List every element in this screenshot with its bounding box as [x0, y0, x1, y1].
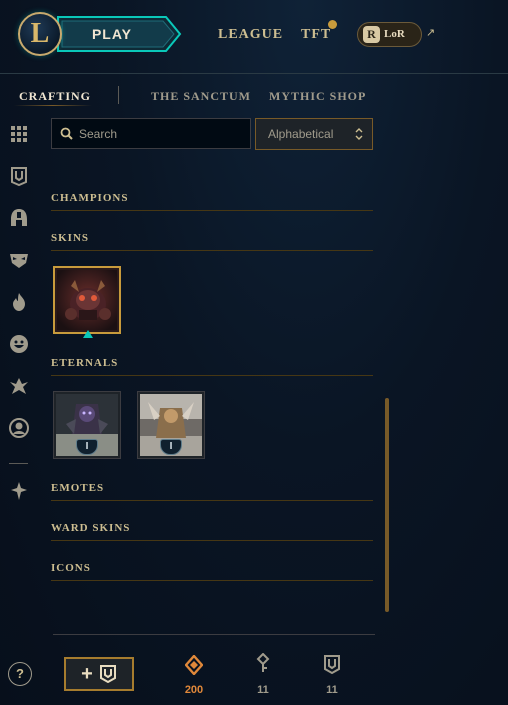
- chest-count: 11: [326, 684, 338, 696]
- ward-flame-icon[interactable]: [8, 291, 30, 313]
- league-logo-letter: L: [30, 18, 50, 49]
- tab-the-sanctum[interactable]: THE SANCTUM: [151, 88, 251, 104]
- help-button[interactable]: ?: [8, 662, 32, 686]
- lor-button[interactable]: R LoR: [357, 22, 422, 47]
- skin-rarity-marker-icon: [83, 330, 93, 338]
- plus-icon: +: [81, 663, 93, 685]
- eternal-tile[interactable]: I: [137, 391, 205, 459]
- play-button-label: PLAY: [91, 26, 133, 42]
- league-logo[interactable]: L: [18, 12, 62, 56]
- skin-mask-icon[interactable]: [8, 249, 30, 271]
- tab-crafting[interactable]: CRAFTING: [19, 88, 91, 104]
- emote-smile-icon[interactable]: [8, 333, 30, 355]
- play-button[interactable]: PLAY: [56, 15, 182, 53]
- section-divider: [51, 500, 373, 501]
- orange-essence-count: 200: [184, 684, 204, 696]
- section-divider: [51, 580, 373, 581]
- key-fragment-count: 11: [257, 684, 269, 696]
- nav-tft[interactable]: TFT: [301, 26, 331, 44]
- section-skins[interactable]: SKINS: [51, 231, 89, 245]
- lor-logo-icon: R: [363, 26, 380, 43]
- summoner-icon-icon[interactable]: [8, 375, 30, 397]
- nav-league[interactable]: LEAGUE: [218, 26, 283, 44]
- section-ward-skins[interactable]: WARD SKINS: [51, 521, 130, 535]
- section-divider: [51, 375, 373, 376]
- profile-icon[interactable]: [8, 417, 30, 439]
- lor-label: LoR: [384, 28, 405, 40]
- footer-divider: [53, 634, 375, 635]
- tab-crafting-active-indicator: [14, 105, 92, 106]
- skin-shard-tile[interactable]: [53, 266, 121, 334]
- scrollbar-thumb[interactable]: [385, 398, 389, 612]
- section-emotes[interactable]: EMOTES: [51, 481, 104, 495]
- sort-dropdown[interactable]: Alphabetical: [255, 118, 373, 150]
- tft-notification-dot: [328, 20, 337, 29]
- champion-helmet-icon[interactable]: [8, 207, 30, 229]
- section-divider: [51, 540, 373, 541]
- skin-art: [57, 270, 117, 330]
- section-divider: [51, 210, 373, 211]
- eternals-icon[interactable]: [8, 480, 30, 502]
- section-icons[interactable]: ICONS: [51, 561, 91, 575]
- chest-icon: [100, 665, 116, 683]
- eternal-tile[interactable]: I: [53, 391, 121, 459]
- external-link-icon[interactable]: ↗: [426, 27, 438, 39]
- sidebar-divider: [9, 463, 28, 464]
- section-eternals[interactable]: ETERNALS: [51, 356, 118, 370]
- key-fragment-icon: [256, 653, 270, 672]
- section-divider: [51, 250, 373, 251]
- add-chest-button[interactable]: +: [64, 657, 134, 691]
- search-input[interactable]: [79, 119, 247, 148]
- sort-dropdown-value: Alphabetical: [268, 127, 334, 141]
- tab-mythic-shop[interactable]: MYTHIC SHOP: [269, 88, 366, 104]
- tab-divider: [118, 86, 119, 104]
- chest-icon: [324, 655, 340, 674]
- sort-chevrons-icon: [355, 128, 363, 140]
- section-champions[interactable]: CHAMPIONS: [51, 191, 128, 205]
- chest-icon[interactable]: [8, 165, 30, 187]
- search-icon: [60, 127, 73, 140]
- orange-essence-icon: [185, 655, 203, 675]
- grid-icon[interactable]: [8, 123, 30, 145]
- search-box[interactable]: [51, 118, 251, 149]
